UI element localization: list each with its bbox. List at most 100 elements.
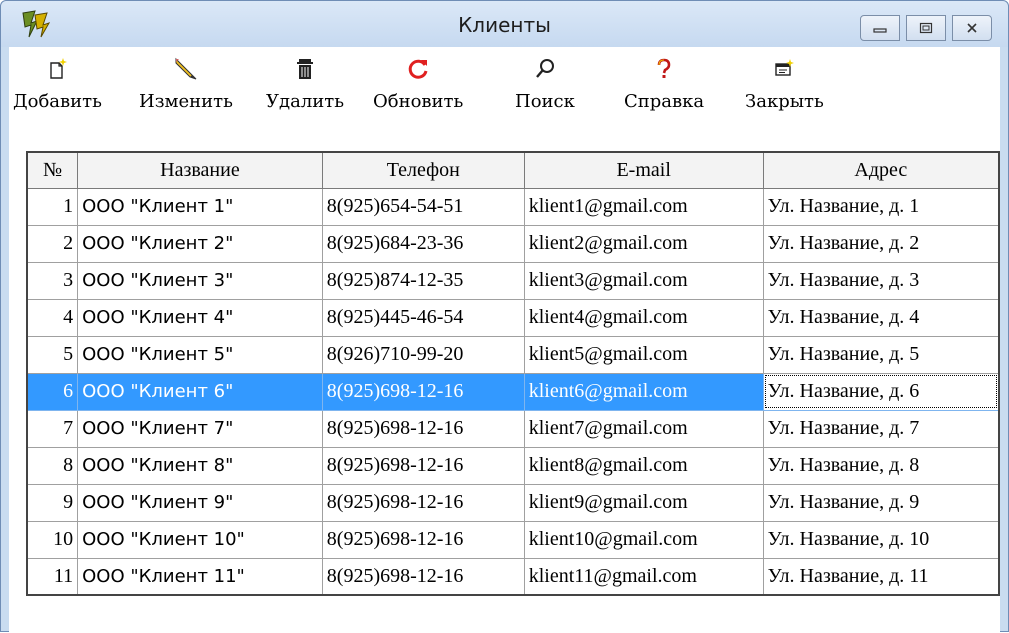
cell-address[interactable]: Ул. Название, д. 2	[762, 224, 1000, 263]
pencil-icon	[175, 57, 197, 80]
window-title: Клиенты	[458, 13, 551, 37]
maximize-icon	[919, 22, 933, 34]
cell-number[interactable]: 3	[26, 261, 79, 300]
cell-name[interactable]: ООО "Клиент 6"	[77, 372, 323, 411]
cell-phone[interactable]: 8(925)698-12-16	[321, 557, 525, 596]
table-row[interactable]: 2 ООО "Клиент 2" 8(925)684-23-36 klient2…	[26, 224, 1000, 263]
cell-address[interactable]: Ул. Название, д. 11	[762, 557, 1000, 596]
delete-label: Удалить	[266, 91, 345, 112]
table-row-selected[interactable]: 6 ООО "Клиент 6" 8(925)698-12-16 klient6…	[26, 372, 1000, 411]
cell-number[interactable]: 2	[26, 224, 79, 263]
cell-phone[interactable]: 8(925)684-23-36	[321, 224, 525, 263]
refresh-button[interactable]: Обновить	[373, 55, 463, 135]
table-row[interactable]: 3 ООО "Клиент 3" 8(925)874-12-35 klient3…	[26, 261, 1000, 300]
table-row[interactable]: 1 ООО "Клиент 1" 8(925)654-54-51 klient1…	[26, 187, 1000, 226]
cell-number[interactable]: 7	[26, 409, 79, 448]
cell-number[interactable]: 5	[26, 335, 79, 374]
question-icon	[657, 58, 671, 78]
cell-email[interactable]: klient4@gmail.com	[523, 298, 764, 337]
search-button[interactable]: Поиск	[515, 55, 575, 135]
clients-table[interactable]: № Название Телефон E-mail Адрес 1 ООО "К…	[26, 151, 1000, 596]
close-button[interactable]: Закрыть	[745, 55, 824, 135]
header-address[interactable]: Адрес	[762, 151, 1000, 189]
cell-name[interactable]: ООО "Клиент 4"	[77, 298, 323, 337]
table-row[interactable]: 8 ООО "Клиент 8" 8(925)698-12-16 klient8…	[26, 446, 1000, 485]
cell-email[interactable]: klient5@gmail.com	[523, 335, 764, 374]
search-label: Поиск	[515, 91, 575, 112]
cell-phone[interactable]: 8(925)698-12-16	[321, 483, 525, 522]
cell-number[interactable]: 11	[26, 557, 79, 596]
minimize-icon	[873, 28, 887, 33]
header-name[interactable]: Название	[77, 151, 323, 189]
cell-email[interactable]: klient3@gmail.com	[523, 261, 764, 300]
table-row[interactable]: 9 ООО "Клиент 9" 8(925)698-12-16 klient9…	[26, 483, 1000, 522]
cell-name[interactable]: ООО "Клиент 8"	[77, 446, 323, 485]
cell-email[interactable]: klient1@gmail.com	[523, 187, 764, 226]
cell-name[interactable]: ООО "Клиент 7"	[77, 409, 323, 448]
cell-number[interactable]: 4	[26, 298, 79, 337]
cell-phone[interactable]: 8(925)698-12-16	[321, 409, 525, 448]
cell-name[interactable]: ООО "Клиент 3"	[77, 261, 323, 300]
cell-email[interactable]: klient11@gmail.com	[523, 557, 764, 596]
header-email[interactable]: E-mail	[523, 151, 764, 189]
trash-icon	[297, 59, 313, 79]
table-row[interactable]: 5 ООО "Клиент 5" 8(926)710-99-20 klient5…	[26, 335, 1000, 374]
cell-name[interactable]: ООО "Клиент 10"	[77, 520, 323, 559]
close-label: Закрыть	[745, 91, 824, 112]
cell-number[interactable]: 9	[26, 483, 79, 522]
add-button[interactable]: Добавить	[13, 55, 102, 135]
cell-address[interactable]: Ул. Название, д. 8	[762, 446, 1000, 485]
cell-email[interactable]: klient2@gmail.com	[523, 224, 764, 263]
cell-phone[interactable]: 8(925)874-12-35	[321, 261, 525, 300]
close-window-button[interactable]	[952, 15, 992, 41]
minimize-button[interactable]	[860, 15, 900, 41]
cell-name[interactable]: ООО "Клиент 1"	[77, 187, 323, 226]
cell-address[interactable]: Ул. Название, д. 9	[762, 483, 1000, 522]
close-icon	[967, 23, 977, 33]
cell-address[interactable]: Ул. Название, д. 7	[762, 409, 1000, 448]
cell-name[interactable]: ООО "Клиент 5"	[77, 335, 323, 374]
cell-address[interactable]: Ул. Название, д. 5	[762, 335, 1000, 374]
add-label: Добавить	[13, 91, 102, 112]
refresh-label: Обновить	[373, 91, 464, 112]
table-row[interactable]: 7 ООО "Клиент 7" 8(925)698-12-16 klient7…	[26, 409, 1000, 448]
title-bar[interactable]: Клиенты	[1, 1, 1008, 47]
cell-email[interactable]: klient10@gmail.com	[523, 520, 764, 559]
table-row[interactable]: 11 ООО "Клиент 11" 8(925)698-12-16 klien…	[26, 557, 1000, 596]
cell-email[interactable]: klient7@gmail.com	[523, 409, 764, 448]
cell-address[interactable]: Ул. Название, д. 4	[762, 298, 1000, 337]
table-row[interactable]: 4 ООО "Клиент 4" 8(925)445-46-54 klient4…	[26, 298, 1000, 337]
cell-number[interactable]: 8	[26, 446, 79, 485]
magnifier-icon	[536, 59, 554, 78]
cell-name[interactable]: ООО "Клиент 9"	[77, 483, 323, 522]
delete-button[interactable]: Удалить	[266, 55, 344, 135]
cell-number[interactable]: 1	[26, 187, 79, 226]
grid-area[interactable]: № Название Телефон E-mail Адрес 1 ООО "К…	[9, 141, 1000, 633]
header-phone[interactable]: Телефон	[321, 151, 525, 189]
cell-phone[interactable]: 8(925)698-12-16	[321, 520, 525, 559]
cell-phone[interactable]: 8(925)445-46-54	[321, 298, 525, 337]
cell-address-focused[interactable]: Ул. Название, д. 6	[762, 372, 1000, 411]
table-header-row: № Название Телефон E-mail Адрес	[26, 151, 1000, 189]
edit-button[interactable]: Изменить	[139, 55, 233, 135]
cell-phone[interactable]: 8(925)654-54-51	[321, 187, 525, 226]
cell-address[interactable]: Ул. Название, д. 10	[762, 520, 1000, 559]
cell-address[interactable]: Ул. Название, д. 1	[762, 187, 1000, 226]
maximize-button[interactable]	[906, 15, 946, 41]
cell-address[interactable]: Ул. Название, д. 3	[762, 261, 1000, 300]
cell-phone[interactable]: 8(925)698-12-16	[321, 372, 525, 411]
cell-name[interactable]: ООО "Клиент 2"	[77, 224, 323, 263]
cell-phone[interactable]: 8(926)710-99-20	[321, 335, 525, 374]
cell-email[interactable]: klient9@gmail.com	[523, 483, 764, 522]
help-label: Справка	[624, 91, 705, 112]
header-number[interactable]: №	[26, 151, 79, 189]
cell-number[interactable]: 6	[26, 372, 79, 411]
cell-phone[interactable]: 8(925)698-12-16	[321, 446, 525, 485]
refresh-icon	[408, 59, 428, 79]
cell-email[interactable]: klient8@gmail.com	[523, 446, 764, 485]
table-row[interactable]: 10 ООО "Клиент 10" 8(925)698-12-16 klien…	[26, 520, 1000, 559]
cell-name[interactable]: ООО "Клиент 11"	[77, 557, 323, 596]
help-button[interactable]: Справка	[624, 55, 704, 135]
cell-email[interactable]: klient6@gmail.com	[523, 372, 764, 411]
cell-number[interactable]: 10	[26, 520, 79, 559]
